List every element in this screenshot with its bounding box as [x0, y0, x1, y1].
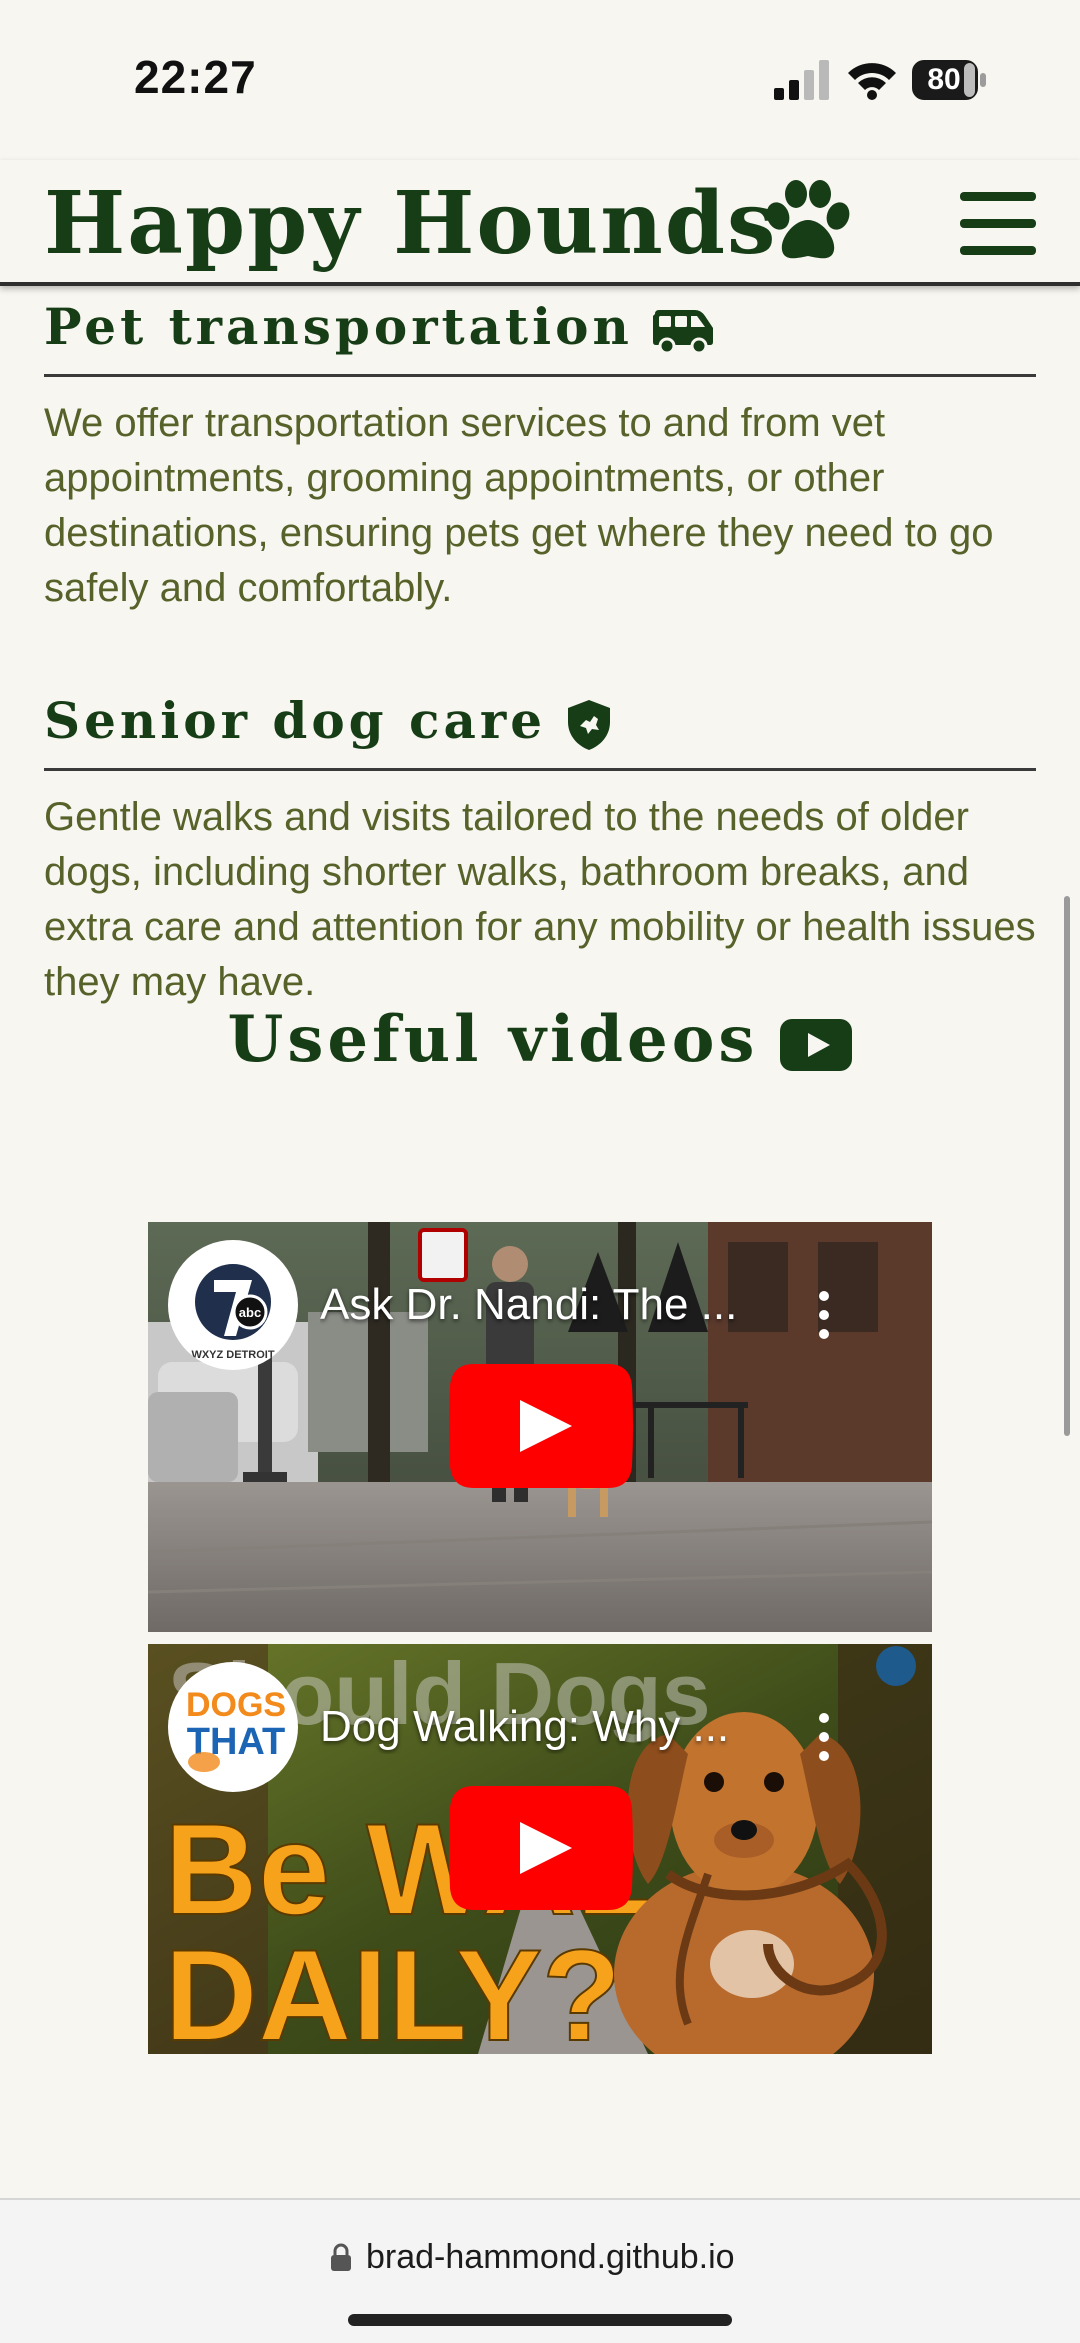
site-header: Happy Hounds	[0, 160, 1080, 286]
section-heading-pet-transportation: Pet transportation	[44, 294, 1036, 360]
more-vertical-icon[interactable]	[812, 1710, 836, 1764]
video-embed-2[interactable]: Should Dogs Be WAL DAILY? DOGS THAT Dog …	[148, 1644, 932, 2054]
play-button-icon[interactable]	[448, 1782, 634, 1914]
status-time: 22:27	[134, 51, 257, 103]
more-vertical-icon[interactable]	[812, 1288, 836, 1342]
paw-icon	[766, 180, 850, 259]
browser-address-bar[interactable]: brad-hammond.github.io	[0, 2198, 1080, 2343]
section-divider	[44, 768, 1036, 771]
section-heading-text: Pet transportation	[44, 297, 633, 356]
video-title[interactable]: Ask Dr. Nandi: The ...	[320, 1278, 780, 1332]
youtube-icon	[780, 1018, 853, 1071]
channel-7-abc-icon: abc WXYZ DETROIT	[191, 1264, 275, 1361]
signal-icon	[774, 60, 829, 100]
van-icon	[652, 310, 713, 354]
site-title[interactable]: Happy Hounds	[44, 174, 777, 274]
wifi-icon	[848, 63, 896, 100]
home-indicator	[348, 2314, 732, 2326]
section-divider	[44, 374, 1036, 377]
section-heading-senior-dog-care: Senior dog care	[44, 688, 1036, 754]
useful-videos-heading: Useful videos	[0, 1002, 1080, 1078]
video-title[interactable]: Dog Walking: Why ...	[320, 1700, 780, 1754]
url-text[interactable]: brad-hammond.github.io	[366, 2236, 735, 2278]
play-button-icon[interactable]	[448, 1360, 634, 1492]
dogs-that-icon: DOGS THAT	[169, 1663, 297, 1791]
channel-label-top: DOGS	[186, 1686, 286, 1724]
shield-dog-icon	[568, 700, 611, 750]
battery-level: 80	[927, 63, 961, 96]
hamburger-menu-icon[interactable]	[958, 188, 1038, 260]
svg-text:abc: abc	[239, 1305, 261, 1320]
section-text-senior-dog-care: Gentle walks and visits tailored to the …	[44, 795, 1036, 1004]
channel-avatar-wxyz[interactable]: abc WXYZ DETROIT	[168, 1240, 298, 1370]
status-bar: 22:27 80	[0, 0, 1080, 160]
useful-videos-heading-text: Useful videos	[227, 1002, 759, 1077]
channel-label: WXYZ DETROIT	[191, 1349, 274, 1361]
lock-icon	[331, 2243, 351, 2271]
video-embed-1[interactable]: abc WXYZ DETROIT Ask Dr. Nandi: The ...	[148, 1222, 932, 1632]
section-text-pet-transportation: We offer transportation services to and …	[44, 401, 994, 610]
section-heading-text: Senior dog care	[44, 691, 547, 750]
thumbnail-text-bottom: DAILY?	[164, 1922, 621, 2054]
scroll-indicator[interactable]	[1064, 896, 1070, 1436]
channel-avatar-dogs-that[interactable]: DOGS THAT	[168, 1662, 298, 1792]
